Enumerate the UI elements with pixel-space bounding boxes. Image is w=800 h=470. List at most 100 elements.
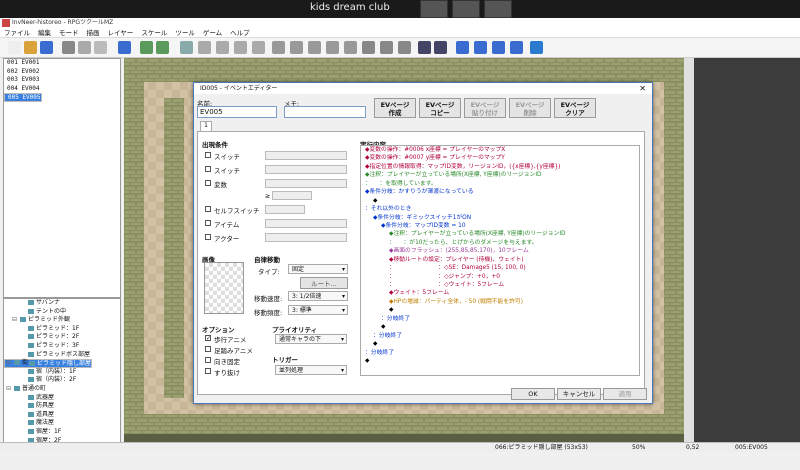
map-tree-item[interactable]: ピラミッドボス部屋 — [4, 351, 120, 360]
map-tree-item[interactable]: 防具屋 — [4, 402, 120, 411]
menu-item[interactable]: ヘルプ — [230, 28, 250, 37]
event-list-item[interactable]: 002 EV002 — [4, 68, 120, 77]
collapse-icon[interactable]: ⊟ — [6, 385, 11, 394]
layer-icon[interactable] — [180, 41, 193, 54]
condition-select[interactable] — [265, 205, 305, 214]
menu-item[interactable]: ゲーム — [203, 28, 222, 37]
resource-icon[interactable] — [492, 41, 505, 54]
condition-checkbox[interactable] — [205, 166, 211, 172]
command-line[interactable]: ：分岐終了 — [361, 332, 639, 340]
character-gen-icon[interactable] — [510, 41, 523, 54]
trigger-select[interactable]: 並列処理 — [275, 365, 347, 375]
tab-page-1[interactable]: 1 — [200, 121, 212, 131]
option-checkbox[interactable] — [205, 357, 211, 363]
speed-select[interactable]: 3: 1/2倍速 — [288, 291, 348, 301]
command-line[interactable]: ◆ — [361, 323, 639, 331]
option-checkbox[interactable] — [205, 368, 211, 374]
condition-select[interactable] — [265, 151, 347, 160]
map-tree-item[interactable]: 宿（内装）：2F — [4, 376, 120, 385]
tileset-icon[interactable] — [140, 41, 153, 54]
command-line[interactable]: ： ：◇ウェイト：5フレーム — [361, 281, 639, 289]
event-list-item[interactable]: 001 EV001 — [4, 59, 120, 68]
event-search-icon[interactable] — [474, 41, 487, 54]
map-tree-item[interactable]: ⊟ ピラミッド外観 — [4, 316, 120, 325]
apply-button[interactable]: 適用 — [603, 388, 647, 400]
map-tree-item[interactable]: ピラミッド：3F — [4, 342, 120, 351]
command-line[interactable]: ◆注釈：プレイヤーが立っている場所(X座標, Y座標)のリージョンID — [361, 171, 639, 179]
command-line[interactable]: ◆条件分岐：マップID変数 = 10 — [361, 222, 639, 230]
menu-item[interactable]: 編集 — [38, 28, 51, 37]
menu-item[interactable]: レイヤー — [108, 28, 134, 37]
command-line[interactable]: ：それ以外のとき — [361, 205, 639, 213]
paste-icon[interactable] — [94, 41, 107, 54]
ellipse-icon[interactable] — [308, 41, 321, 54]
command-line[interactable]: ◆注釈：プレイヤーが立っている場所(X座標, Y座標)のリージョンID — [361, 230, 639, 238]
event-list-item[interactable]: 005 EV005 — [4, 93, 42, 102]
layer-icon[interactable] — [234, 41, 247, 54]
open-icon[interactable] — [24, 41, 37, 54]
map-tree-item[interactable]: 魔法屋 — [4, 419, 120, 428]
menu-item[interactable]: 描画 — [87, 28, 100, 37]
command-line[interactable]: ◆条件分岐：ギミックスイッチ1がON — [361, 214, 639, 222]
rectangle-icon[interactable] — [290, 41, 303, 54]
map-tree-item[interactable]: 道具屋 — [4, 411, 120, 420]
command-line[interactable]: ◆ウェイト：5フレーム — [361, 289, 639, 297]
event-icon[interactable] — [156, 41, 169, 54]
option-checkbox[interactable]: ✓ — [205, 335, 211, 342]
condition-checkbox[interactable] — [205, 180, 211, 186]
menu-item[interactable]: ツール — [175, 28, 195, 37]
ok-button[interactable]: OK — [511, 388, 555, 400]
close-icon[interactable]: ✕ — [639, 83, 646, 94]
map-tree-item[interactable]: ⊟ 街 — [4, 359, 120, 368]
priority-select[interactable]: 通常キャラの下 — [275, 334, 347, 344]
event-page-button[interactable]: EVページ 貼り付け — [464, 98, 506, 118]
event-page-button[interactable]: EVページ クリア — [554, 98, 596, 118]
type-select[interactable]: 固定 — [288, 264, 348, 274]
command-line[interactable]: ◆変数の操作：#0007 y座標 = プレイヤーのマップY — [361, 154, 639, 162]
command-line[interactable]: ◆指定位置の情報取得：マップID変数，リージョンID，({x座標},{y座標}) — [361, 163, 639, 171]
layer-icon[interactable] — [252, 41, 265, 54]
condition-checkbox[interactable] — [205, 220, 211, 226]
option-checkbox[interactable] — [205, 346, 211, 352]
command-line[interactable]: ◆移動ルートの設定：プレイヤー (待機)、ウェイト) — [361, 256, 639, 264]
event-page-button[interactable]: EVページ コピー — [419, 98, 461, 118]
map-tree-item[interactable]: サバンナ — [4, 299, 120, 308]
map-tree-item[interactable]: 宿屋：1F — [4, 428, 120, 437]
map-tree-item[interactable]: ピラミッド：1F — [4, 325, 120, 334]
save-icon[interactable] — [40, 41, 53, 54]
database-icon[interactable] — [418, 41, 431, 54]
command-line[interactable]: ◆変数の操作：#0006 x座標 = プレイヤーのマップX — [361, 146, 639, 154]
event-list-item[interactable]: 003 EV003 — [4, 76, 120, 85]
variable-value[interactable] — [272, 191, 312, 200]
condition-checkbox[interactable] — [205, 206, 211, 212]
map-tree-item[interactable]: テントの中 — [4, 308, 120, 317]
condition-select[interactable] — [265, 233, 347, 242]
command-line[interactable]: ： ：◇SE：Damage5 (15, 100, 0) — [361, 264, 639, 272]
playtest-icon[interactable] — [530, 41, 543, 54]
frequency-select[interactable]: 3: 標準 — [288, 305, 348, 315]
map-scrollbar[interactable] — [684, 58, 694, 450]
command-line[interactable]: ◆ — [361, 340, 639, 348]
condition-select[interactable] — [265, 179, 347, 188]
cancel-button[interactable]: キャンセル — [557, 388, 601, 400]
new-icon[interactable] — [8, 41, 21, 54]
cut-icon[interactable] — [62, 41, 75, 54]
command-line[interactable]: ◆画面のフラッシュ：(255,85,85,170)，10フレーム — [361, 247, 639, 255]
command-line[interactable]: ： ：を取得しています。 — [361, 180, 639, 188]
shadow-pen-icon[interactable] — [344, 41, 357, 54]
plugin-icon[interactable] — [434, 41, 447, 54]
command-line[interactable]: ：分岐終了 — [361, 349, 639, 357]
event-page-button[interactable]: EVページ 作成 — [374, 98, 416, 118]
collapse-icon[interactable]: ⊟ — [12, 316, 17, 325]
layer-icon[interactable] — [216, 41, 229, 54]
zoom-out-icon[interactable] — [380, 41, 393, 54]
memo-field[interactable] — [284, 106, 366, 118]
copy-icon[interactable] — [78, 41, 91, 54]
condition-checkbox[interactable] — [205, 234, 211, 240]
event-page-button[interactable]: EVページ 削除 — [509, 98, 551, 118]
command-line[interactable]: ： ：◇ジャンプ：+0，+0 — [361, 273, 639, 281]
name-field[interactable]: EV005 — [197, 106, 277, 118]
menu-item[interactable]: モード — [59, 28, 79, 37]
command-line[interactable]: ：分岐終了 — [361, 315, 639, 323]
command-line[interactable]: ◆条件分岐：かすりうが渾渡になっている — [361, 188, 639, 196]
